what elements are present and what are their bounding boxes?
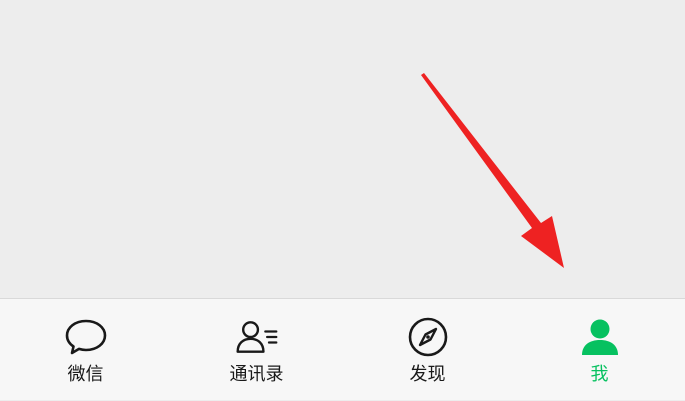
bottom-tab-bar: 微信 通讯录 发现 我	[0, 298, 685, 400]
tab-discover[interactable]: 发现	[342, 299, 513, 401]
person-icon	[577, 316, 623, 358]
main-content-area	[0, 0, 685, 298]
tab-chats[interactable]: 微信	[0, 299, 171, 401]
tab-contacts[interactable]: 通讯录	[171, 299, 342, 401]
tab-me[interactable]: 我	[514, 299, 685, 401]
tab-contacts-label: 通讯录	[229, 364, 284, 385]
contacts-icon	[234, 316, 280, 358]
tab-discover-label: 发现	[409, 364, 446, 385]
tab-chats-label: 微信	[67, 364, 104, 385]
tab-me-label: 我	[590, 364, 609, 385]
chat-bubble-icon	[63, 316, 109, 358]
compass-icon	[405, 316, 451, 358]
